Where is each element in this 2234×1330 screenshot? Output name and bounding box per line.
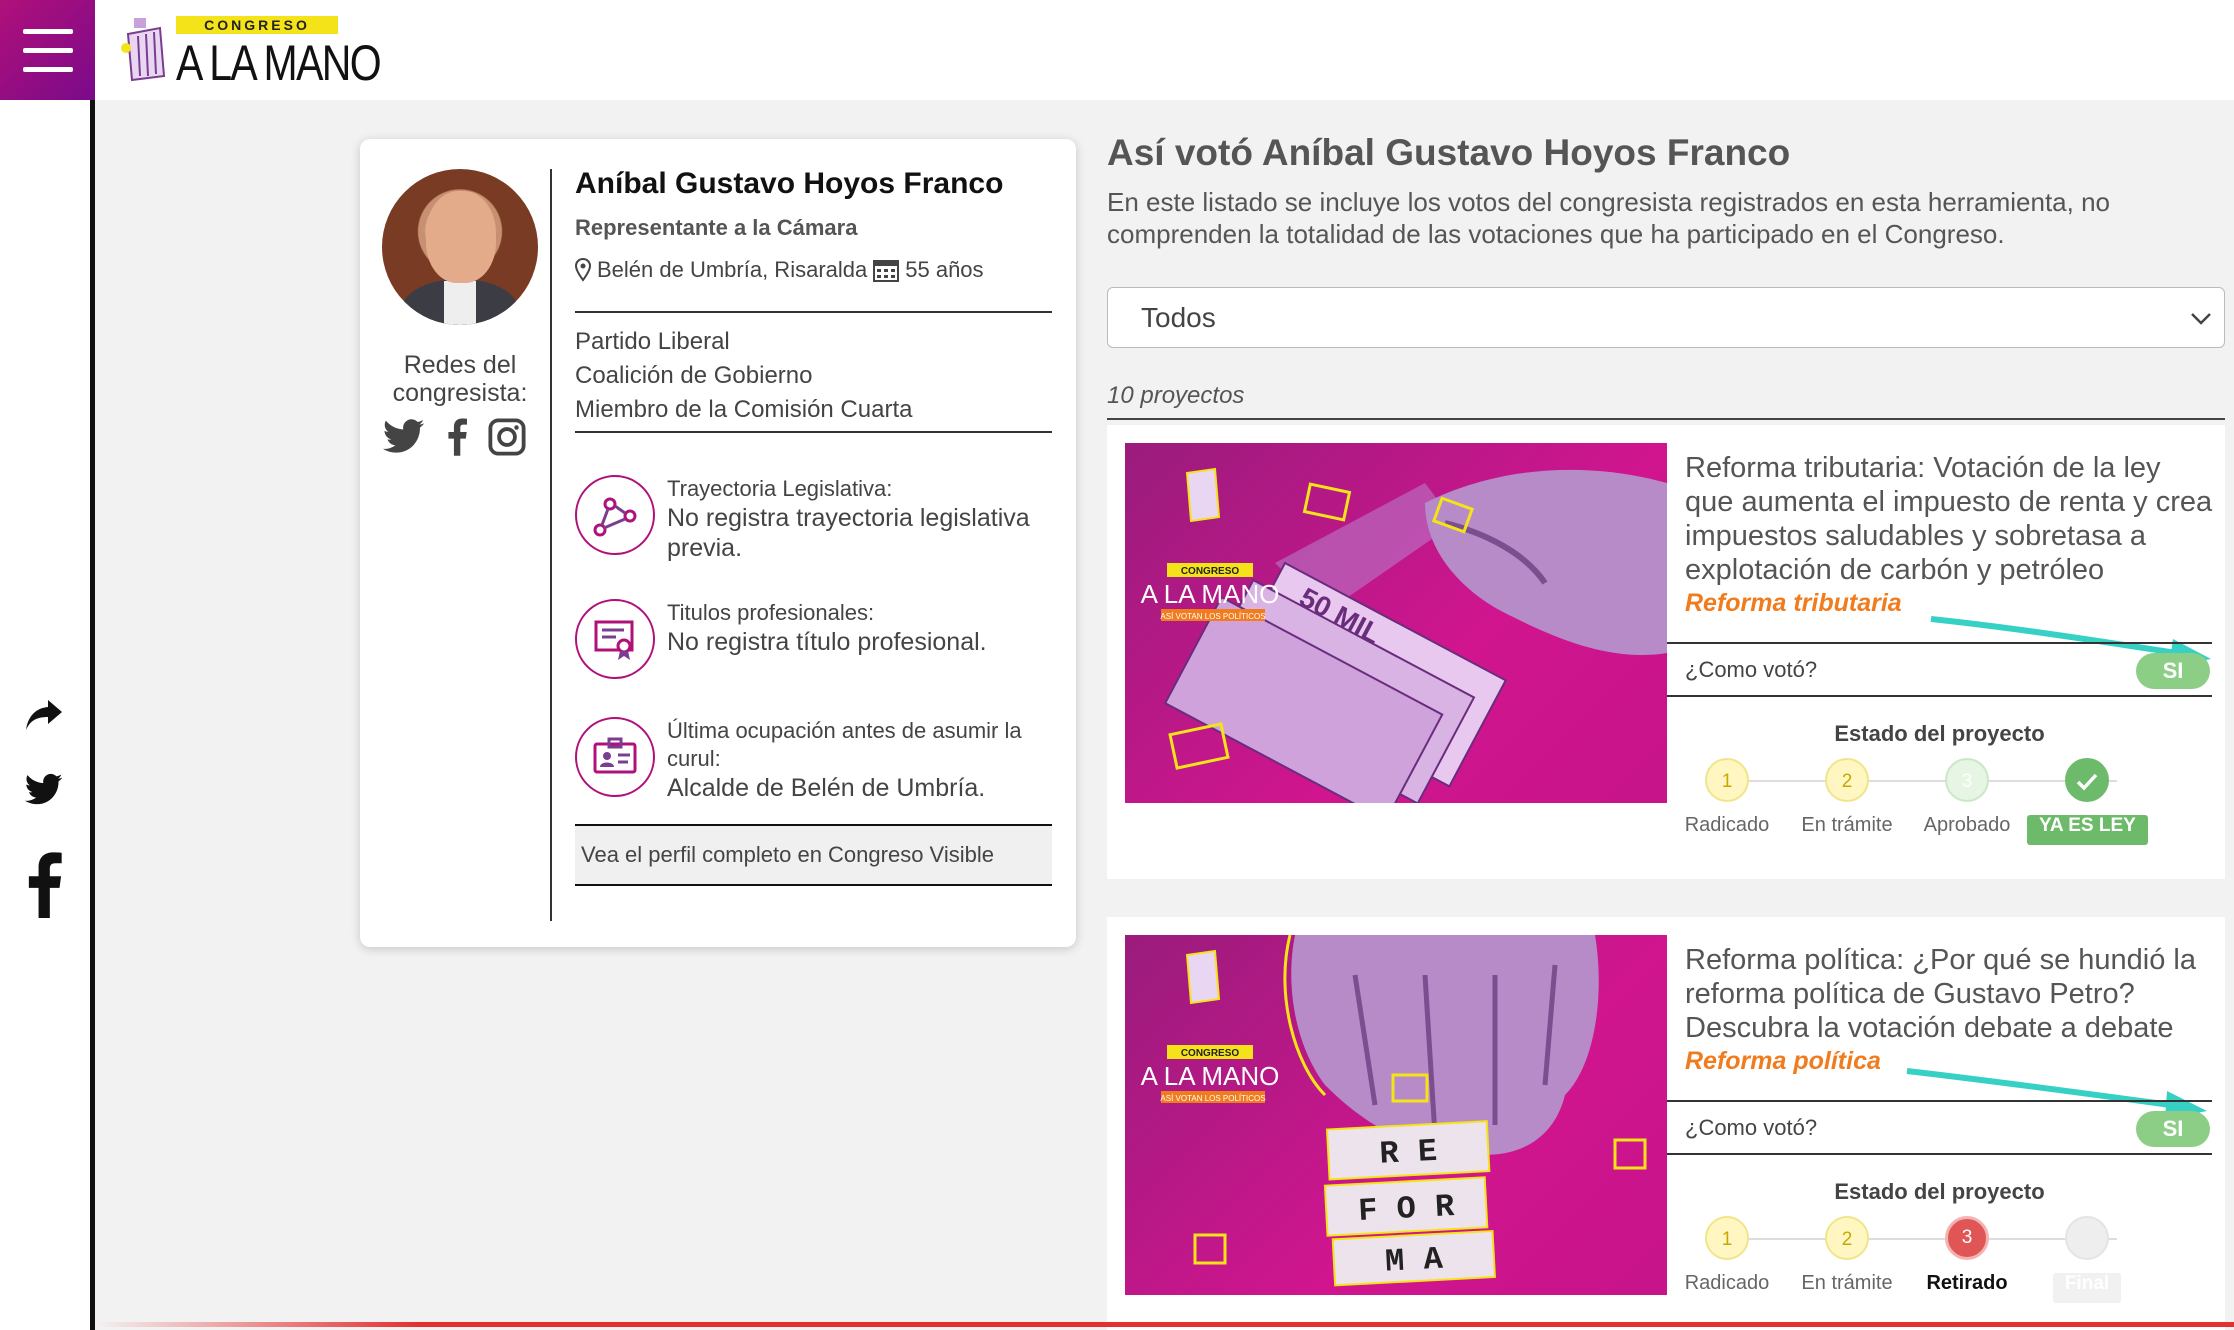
calendar-icon <box>873 260 900 282</box>
titulos-value: No registra título profesional. <box>667 628 987 656</box>
project-tag[interactable]: Reforma política <box>1685 1047 1881 1076</box>
vote-row: ¿Como votó? SI <box>1667 642 2212 697</box>
logo-text: A LA MANO <box>176 35 382 91</box>
image-block-2: F O R <box>1357 1188 1456 1230</box>
party-name: Partido Liberal <box>575 328 730 355</box>
bottom-accent-line <box>95 1322 2234 1327</box>
image-block-3: M A <box>1384 1241 1444 1281</box>
step-aprobado: 3 Aprobado <box>1907 758 2027 837</box>
trayectoria-value: No registra trayectoria legislativa prev… <box>667 504 1030 562</box>
page-title: Así votó Aníbal Gustavo Hoyos Franco <box>1107 132 1791 173</box>
step-en-tramite: 2 En trámite <box>1787 758 1907 837</box>
page-description: En este listado se incluye los votos del… <box>1107 187 2110 249</box>
divider <box>575 311 1052 313</box>
step-retirado: 3 Retirado <box>1907 1216 2027 1295</box>
congreso-visible-link[interactable]: Vea el perfil completo en Congreso Visib… <box>575 824 1052 886</box>
facebook-icon[interactable] <box>446 417 468 457</box>
project-image: 50 MIL CONGRESO A LA MANO ASÍ VOTAN LOS … <box>1125 443 1667 803</box>
vote-badge: SI <box>2136 1111 2210 1147</box>
step-ya-es-ley: YA ES LEY <box>2027 758 2148 845</box>
header: CONGRESO A LA MANO <box>0 0 2234 100</box>
ocupacion-row: Última ocupación antes de asumir la curu… <box>575 717 1055 803</box>
hamburger-menu-button[interactable] <box>0 0 95 100</box>
image-logo-sub: ASÍ VOTAN LOS POLÍTICOS <box>1160 612 1265 621</box>
trayectoria-title: Trayectoria Legislativa: <box>667 476 893 501</box>
image-logo-sub: ASÍ VOTAN LOS POLÍTICOS <box>1160 1094 1265 1103</box>
image-logo-badge: CONGRESO <box>1181 566 1240 577</box>
party-info: Partido Liberal Coalición de Gobierno Mi… <box>575 325 912 427</box>
project-title[interactable]: Reforma política: ¿Por qué se hundió la … <box>1685 943 2215 1045</box>
location-text: Belén de Umbría, Risaralda <box>597 257 868 282</box>
step-en-tramite: 2 En trámite <box>1787 1216 1907 1295</box>
project-title[interactable]: Reforma tributaria: Votación de la ley q… <box>1685 451 2215 587</box>
profile-card: Redes del congresista: Aníbal Gustavo Ho… <box>360 139 1076 947</box>
filter-select[interactable]: Todos <box>1107 287 2225 348</box>
social-links <box>382 417 526 457</box>
project-card[interactable]: 50 MIL CONGRESO A LA MANO ASÍ VOTAN LOS … <box>1107 425 2225 879</box>
trayectoria-row: Trayectoria Legislativa: No registra tra… <box>575 475 1055 563</box>
check-icon <box>2065 758 2109 802</box>
step-final: Final <box>2027 1216 2147 1303</box>
project-card[interactable]: R E F O R M A CONGRESO A LA MANO ASÍ VOT… <box>1107 917 2225 1330</box>
trajectory-icon <box>575 475 655 555</box>
project-tag[interactable]: Reforma tributaria <box>1685 589 1902 618</box>
image-logo-badge: CONGRESO <box>1181 1048 1240 1059</box>
age-text: 55 años <box>905 257 984 282</box>
titulos-row: Titulos profesionales: No registra títul… <box>575 599 1055 679</box>
project-count: 10 proyectos <box>1107 382 1245 409</box>
titulos-title: Titulos profesionales: <box>667 600 875 625</box>
image-block-1: R E <box>1379 1133 1438 1173</box>
coalition: Coalición de Gobierno <box>575 362 813 389</box>
filter-selected-value: Todos <box>1141 302 1216 333</box>
vote-question: ¿Como votó? <box>1685 657 1818 682</box>
image-logo-name: A LA MANO <box>1141 579 1280 609</box>
location-pin-icon <box>575 258 591 282</box>
ocupacion-value: Alcalde de Belén de Umbría. <box>667 774 986 802</box>
card-divider <box>550 169 552 921</box>
project-image: R E F O R M A CONGRESO A LA MANO ASÍ VOT… <box>1125 935 1667 1295</box>
location-age: Belén de Umbría, Risaralda 55 años <box>575 257 984 283</box>
logo-badge: CONGRESO <box>176 16 338 34</box>
congressman-name: Aníbal Gustavo Hoyos Franco <box>575 167 1004 200</box>
ocupacion-title: Última ocupación antes de asumir la curu… <box>667 718 1022 771</box>
state-title: Estado del proyecto <box>1834 1179 2045 1204</box>
vote-row: ¿Como votó? SI <box>1667 1100 2212 1155</box>
congressman-photo <box>382 169 538 325</box>
project-steps: 1 Radicado 2 En trámite 3 Retirado Final <box>1667 1216 2212 1306</box>
twitter-icon[interactable] <box>382 418 426 456</box>
congress-mascot-icon <box>121 18 166 82</box>
vote-badge: SI <box>2136 653 2210 689</box>
diploma-icon <box>575 599 655 679</box>
twitter-share-icon[interactable] <box>24 773 64 807</box>
step-radicado: 1 Radicado <box>1667 758 1787 837</box>
image-logo-name: A LA MANO <box>1141 1061 1280 1091</box>
divider <box>575 431 1052 433</box>
chevron-down-icon <box>2191 313 2211 325</box>
facebook-share-icon[interactable] <box>24 852 64 918</box>
commission: Miembro de la Comisión Cuarta <box>575 396 913 423</box>
instagram-icon[interactable] <box>488 418 526 456</box>
vote-question: ¿Como votó? <box>1685 1115 1818 1140</box>
site-logo[interactable]: CONGRESO A LA MANO <box>120 12 382 91</box>
congressman-role: Representante a la Cámara <box>575 215 858 240</box>
project-steps: 1 Radicado 2 En trámite 3 Aprobado YA ES… <box>1667 758 2212 848</box>
share-icon[interactable] <box>24 698 64 732</box>
step-radicado: 1 Radicado <box>1667 1216 1787 1295</box>
id-card-icon <box>575 717 655 797</box>
redes-label: Redes del congresista: <box>392 351 528 407</box>
divider <box>1107 418 2225 420</box>
state-title: Estado del proyecto <box>1834 721 2045 746</box>
share-rail <box>0 100 95 1330</box>
